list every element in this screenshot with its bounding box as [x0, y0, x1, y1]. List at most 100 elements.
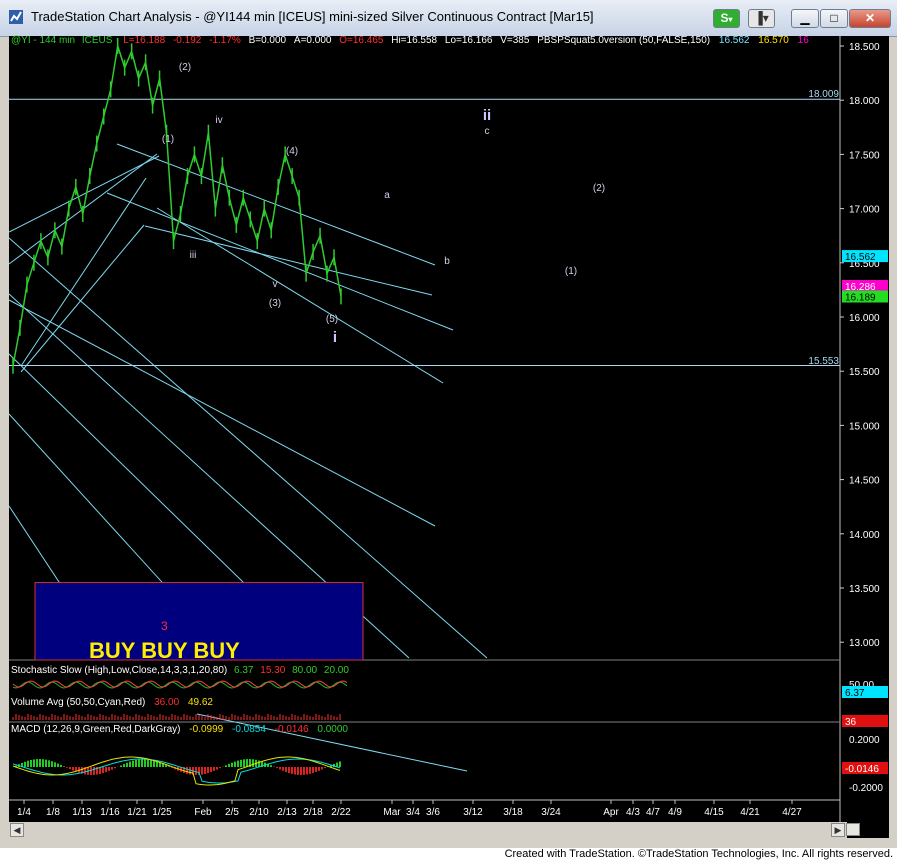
stochastic-title: Stochastic Slow (High,Low,Close,14,3,3,1… [11, 665, 228, 676]
tools-menu-button[interactable]: ▐▾ [748, 9, 775, 28]
macd-value-4: 0.0000 [317, 724, 348, 735]
maximize-icon: □ [830, 11, 838, 25]
price-tick-label: 17.500 [849, 150, 880, 161]
time-tick-label: Apr [603, 807, 619, 818]
time-tick-label: 4/21 [740, 807, 760, 818]
price-tick-label: 14.500 [849, 476, 880, 487]
chart-resize-handle[interactable] [846, 823, 860, 836]
volume-value-1: 36.00 [154, 697, 180, 708]
tools-icon: ▐ [754, 11, 763, 25]
time-tick-label: 2/10 [249, 807, 269, 818]
time-tick-label: 1/8 [46, 807, 60, 818]
strategy-button[interactable]: S▾ [713, 9, 740, 28]
hline-label-18009: 18.009 [808, 89, 839, 100]
close-button[interactable]: ✕ [849, 9, 891, 28]
time-tick-label: 4/3 [626, 807, 640, 818]
price-tick-label: 16.000 [849, 313, 880, 324]
time-tick-label: 3/24 [541, 807, 561, 818]
price-tag-label: 16.562 [845, 252, 876, 263]
time-tick-label: 1/13 [72, 807, 92, 818]
legend-ind-v1: 16.562 [718, 35, 750, 46]
legend-open: O=16.465 [339, 35, 384, 46]
time-tick-label: 4/9 [668, 807, 682, 818]
wave-label: a [384, 190, 390, 201]
channel-line [106, 192, 454, 331]
maximize-button[interactable]: □ [820, 9, 848, 28]
stoch-value-2: 15.30 [260, 665, 286, 676]
copyright-text: Created with TradeStation. ©TradeStation… [504, 848, 893, 860]
stoch-value-1: 6.37 [234, 665, 254, 676]
hline-label-15553: 15.553 [808, 356, 839, 367]
title-bar: TradeStation Chart Analysis - @YI144 min… [0, 0, 897, 37]
macd-value-1: -0.0999 [189, 724, 224, 735]
time-tick-label: 2/13 [277, 807, 297, 818]
volume-tag-label: 36 [845, 717, 857, 728]
minimize-icon: ▁ [800, 11, 810, 25]
chevron-down-icon: ▾ [762, 11, 769, 25]
legend-bid: B=0.000 [248, 35, 287, 46]
legend-row: @YI - 144 min ICEUS L=16.188 -0.192 -1.1… [11, 35, 809, 46]
macd-axis-label-top: 0.2000 [849, 735, 880, 746]
macd-tag-label: -0.0146 [845, 764, 879, 775]
wave-label: (2) [179, 62, 191, 73]
application-window: TradeStation Chart Analysis - @YI144 min… [0, 0, 897, 848]
stoch-tag-label: 6.37 [845, 688, 865, 699]
channel-line [144, 225, 433, 296]
buy-zone-number: 3 [161, 619, 168, 633]
wave-label: iv [215, 115, 222, 126]
channel-line [9, 155, 160, 233]
time-tick-label: Mar [383, 807, 401, 818]
wave-label: v [273, 279, 278, 290]
time-tick-label: 1/21 [127, 807, 147, 818]
time-tick-label: 1/4 [17, 807, 31, 818]
legend-exchange: ICEUS [81, 35, 113, 46]
time-tick-label: 3/12 [463, 807, 483, 818]
wave-label: (1) [565, 266, 577, 277]
wave-label: b [444, 256, 450, 267]
time-tick-label: 2/18 [303, 807, 323, 818]
time-tick-label: 4/27 [782, 807, 802, 818]
wave-label: c [485, 126, 490, 137]
legend-last: L=16.188 [123, 35, 166, 46]
time-tick-label: 3/6 [426, 807, 440, 818]
minimize-button[interactable]: ▁ [791, 9, 819, 28]
wave-label: (2) [593, 183, 605, 194]
price-tick-label: 13.000 [849, 638, 880, 649]
wave-label: (5) [326, 314, 338, 325]
time-tick-label: 1/25 [152, 807, 172, 818]
legend-volume: V=385 [500, 35, 530, 46]
time-tick-label: 2/22 [331, 807, 351, 818]
volume-legend: Volume Avg (50,50,Cyan,Red) 36.00 49.62 [11, 697, 213, 708]
legend-indicator: PBSPSquat5.0version (50,FALSE,150) [537, 35, 711, 46]
time-tick-label: 3/4 [406, 807, 420, 818]
wave-label: i [333, 329, 337, 346]
price-tick-label: 18.500 [849, 42, 880, 53]
legend-ask: A=0.000 [293, 35, 332, 46]
scroll-left-icon[interactable]: ◀ [10, 823, 24, 837]
chart-area[interactable]: 18.500 18.000 17.500 17.000 16.500 16.000 15.5… [9, 35, 889, 838]
buy-zone-text: BUY BUY BUY [89, 638, 240, 663]
wave-label: (3) [269, 298, 281, 309]
price-tick-label: 17.000 [849, 205, 880, 216]
channel-line [9, 299, 436, 527]
scroll-right-icon[interactable]: ▶ [831, 823, 845, 837]
legend-change: -0.192 [172, 35, 202, 46]
time-tick-label: 1/16 [100, 807, 120, 818]
macd-axis-label-bottom: -0.2000 [849, 783, 883, 794]
macd-title: MACD (12,26,9,Green,Red,DarkGray) [11, 724, 181, 735]
legend-low: Lo=16.166 [444, 35, 493, 46]
price-tick-label: 18.000 [849, 96, 880, 107]
close-icon: ✕ [864, 11, 876, 25]
wave-label: (1) [162, 134, 174, 145]
wave-label: iii [190, 250, 197, 261]
chevron-down-icon: ▾ [728, 15, 733, 24]
stochastic-legend: Stochastic Slow (High,Low,Close,14,3,3,1… [11, 665, 349, 676]
price-tag-label: 16.189 [845, 293, 876, 304]
stoch-value-3: 80.00 [292, 665, 318, 676]
price-tick-label: 15.500 [849, 367, 880, 378]
time-tick-label: 2/5 [225, 807, 239, 818]
price-series-line [12, 45, 342, 366]
horizontal-scrollbar[interactable]: ◀ ▶ [9, 822, 847, 838]
wave-label: ii [483, 107, 491, 124]
volume-title: Volume Avg (50,50,Cyan,Red) [11, 697, 146, 708]
